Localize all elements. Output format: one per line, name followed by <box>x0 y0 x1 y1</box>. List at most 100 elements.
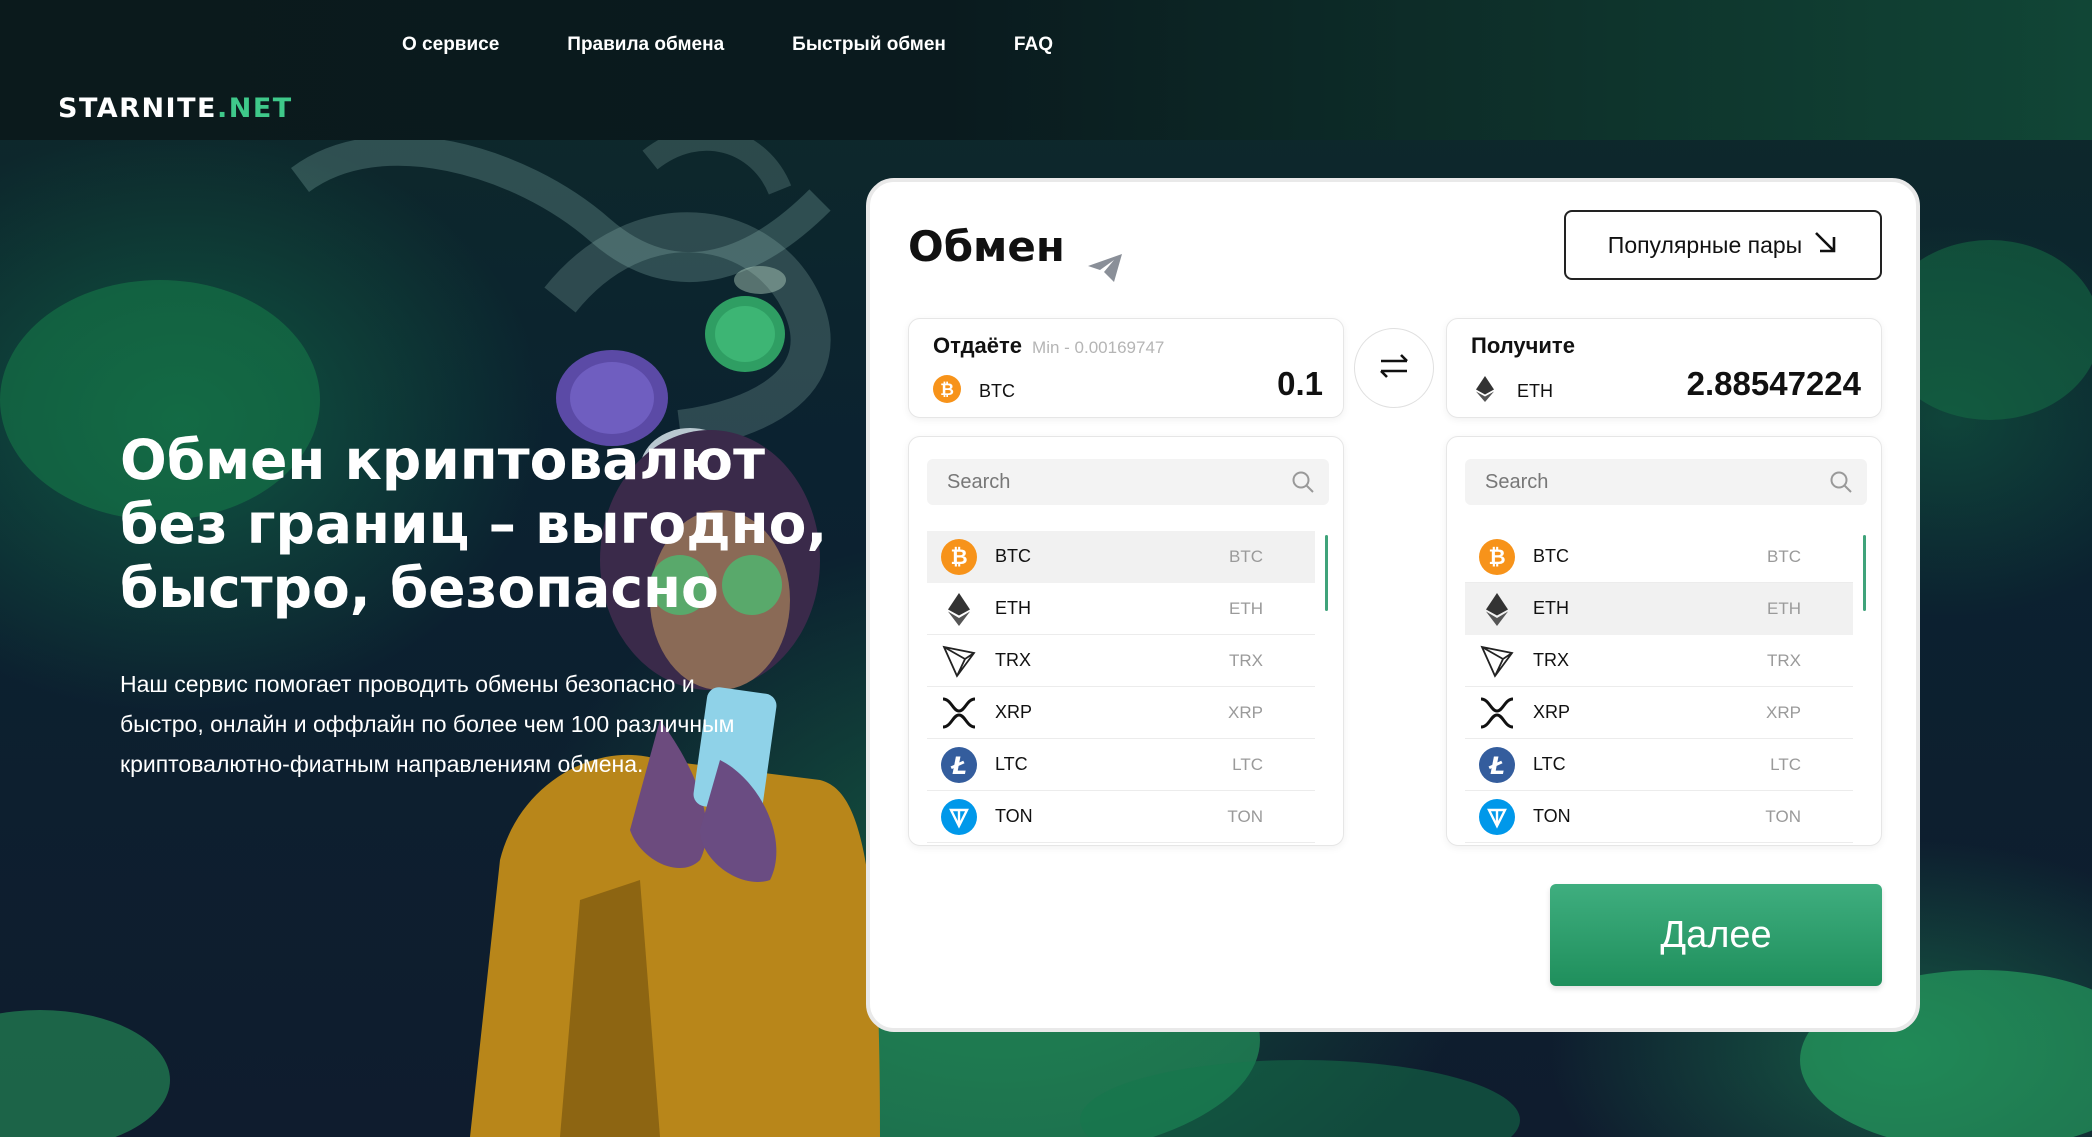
search-placeholder: Search <box>1485 470 1549 493</box>
bitcoin-icon: ₿ <box>1479 538 1515 575</box>
svg-text:Ł: Ł <box>1488 752 1505 780</box>
arrow-down-right-icon <box>1812 229 1838 261</box>
hero-description: Наш сервис помогает проводить обмены без… <box>120 664 840 784</box>
ethereum-icon <box>1479 591 1515 627</box>
nav-about[interactable]: О сервисе <box>402 34 499 56</box>
xrp-icon <box>1479 695 1515 731</box>
coin-row-trx[interactable]: TRX TRX <box>1465 635 1853 687</box>
give-coin-code: BTC <box>979 381 1015 401</box>
coin-code: XRP <box>1766 702 1801 722</box>
get-search-input[interactable]: Search <box>1465 459 1867 505</box>
svg-text:₿: ₿ <box>1488 545 1505 569</box>
exchange-title: Обмен <box>908 222 1065 271</box>
coin-row-ton[interactable]: TON TON <box>1465 791 1853 843</box>
coin-code: TON <box>1227 806 1263 826</box>
ethereum-icon <box>941 591 977 627</box>
hero-title: Обмен криптовалют без границ – выгодно, … <box>120 428 828 620</box>
give-amount-input[interactable]: 0.1 <box>1277 365 1323 403</box>
coin-code: TRX <box>1229 650 1263 670</box>
nav-rules[interactable]: Правила обмена <box>567 34 724 56</box>
coin-code: ETH <box>1229 598 1263 618</box>
hero-desc-line: криптовалютно-фиатным направлениям обмен… <box>120 751 644 777</box>
coin-code: ETH <box>1767 598 1801 618</box>
get-amount-value: 2.88547224 <box>1686 365 1861 402</box>
give-coins: ₿ BTC BTC ETH ETH TRX TRX XRP XRP Ł LTC … <box>927 531 1315 843</box>
coin-code: TON <box>1765 806 1801 826</box>
hero-title-line: быстро, безопасно <box>120 556 719 620</box>
swap-arrows-icon <box>1377 351 1411 386</box>
ton-icon <box>1479 798 1515 835</box>
coin-row-trx[interactable]: TRX TRX <box>927 635 1315 687</box>
coin-name: ETH <box>995 598 1031 618</box>
site-logo[interactable]: STARNITE.NET <box>58 93 293 124</box>
give-coin-list: Search ₿ BTC BTC ETH ETH TRX TRX XRP XRP… <box>908 436 1344 846</box>
litecoin-icon: Ł <box>1479 746 1515 783</box>
bitcoin-icon: ₿ <box>933 375 961 408</box>
get-coin-list: Search ₿ BTC BTC ETH ETH TRX TRX XRP XRP… <box>1446 436 1882 846</box>
litecoin-icon: Ł <box>941 746 977 783</box>
coin-code: LTC <box>1770 754 1801 774</box>
coin-name: TRX <box>1533 650 1569 670</box>
search-icon <box>1829 470 1853 500</box>
coin-name: TON <box>995 806 1033 826</box>
get-label: Получите <box>1471 333 1575 358</box>
coin-code: LTC <box>1232 754 1263 774</box>
give-amount-box[interactable]: Отдаёте Min - 0.00169747 ₿ BTC 0.1 <box>908 318 1344 418</box>
tron-icon <box>941 643 977 679</box>
search-placeholder: Search <box>947 470 1011 493</box>
get-coins: ₿ BTC BTC ETH ETH TRX TRX XRP XRP Ł LTC … <box>1465 531 1853 843</box>
logo-main: STARNITE <box>58 93 217 124</box>
logo-accent: .NET <box>216 93 293 124</box>
telegram-icon[interactable] <box>1086 252 1124 289</box>
give-search-input[interactable]: Search <box>927 459 1329 505</box>
give-coin: ₿ BTC <box>933 375 1015 408</box>
nav-faq[interactable]: FAQ <box>1014 34 1053 56</box>
coin-row-eth[interactable]: ETH ETH <box>927 583 1315 635</box>
hero-desc-line: быстро, онлайн и оффлайн по более чем 10… <box>120 711 735 737</box>
coin-row-btc[interactable]: ₿ BTC BTC <box>927 531 1315 583</box>
coin-name: ETH <box>1533 598 1569 618</box>
ton-icon <box>941 798 977 835</box>
swap-button[interactable] <box>1354 328 1434 408</box>
ethereum-icon <box>1471 375 1499 408</box>
coin-row-ltc[interactable]: Ł LTC LTC <box>1465 739 1853 791</box>
coin-name: XRP <box>1533 702 1571 722</box>
popular-pairs-label: Популярные пары <box>1607 231 1803 258</box>
coin-name: TON <box>1533 806 1571 826</box>
get-coin: ETH <box>1471 375 1553 408</box>
tron-icon <box>1479 643 1515 679</box>
get-coin-code: ETH <box>1517 381 1553 401</box>
coin-row-eth[interactable]: ETH ETH <box>1465 583 1853 635</box>
coin-code: BTC <box>1229 546 1263 566</box>
coin-name: BTC <box>1533 546 1569 566</box>
give-label-text: Отдаёте <box>933 333 1023 358</box>
coin-name: TRX <box>995 650 1031 670</box>
give-list-scrollbar[interactable] <box>1325 535 1328 611</box>
coin-row-ltc[interactable]: Ł LTC LTC <box>927 739 1315 791</box>
get-amount-box[interactable]: Получите ETH 2.88547224 <box>1446 318 1882 418</box>
nav-quick-exchange[interactable]: Быстрый обмен <box>792 34 946 56</box>
coin-name: XRP <box>995 702 1033 722</box>
svg-text:₿: ₿ <box>950 545 967 569</box>
get-list-scrollbar[interactable] <box>1863 535 1866 611</box>
coin-row-ton[interactable]: TON TON <box>927 791 1315 843</box>
site-header: О сервисе Правила обмена Быстрый обмен F… <box>0 0 2092 140</box>
coin-code: BTC <box>1767 546 1801 566</box>
coin-name: LTC <box>995 754 1028 774</box>
coin-row-xrp[interactable]: XRP XRP <box>927 687 1315 739</box>
hero-desc-line: Наш сервис помогает проводить обмены без… <box>120 671 695 697</box>
coin-row-xrp[interactable]: XRP XRP <box>1465 687 1853 739</box>
next-button[interactable]: Далее <box>1550 884 1882 986</box>
coin-row-btc[interactable]: ₿ BTC BTC <box>1465 531 1853 583</box>
popular-pairs-button[interactable]: Популярные пары <box>1564 210 1882 280</box>
hero-title-line: без границ – выгодно, <box>120 492 828 556</box>
coin-code: XRP <box>1228 702 1263 722</box>
search-icon <box>1291 470 1315 500</box>
xrp-icon <box>941 695 977 731</box>
coin-name: BTC <box>995 546 1031 566</box>
coin-name: LTC <box>1533 754 1566 774</box>
give-label: Отдаёте Min - 0.00169747 <box>933 333 1164 359</box>
bitcoin-icon: ₿ <box>941 538 977 575</box>
hero-title-line: Обмен криптовалют <box>120 428 766 492</box>
give-min: Min - 0.00169747 <box>1032 338 1165 357</box>
